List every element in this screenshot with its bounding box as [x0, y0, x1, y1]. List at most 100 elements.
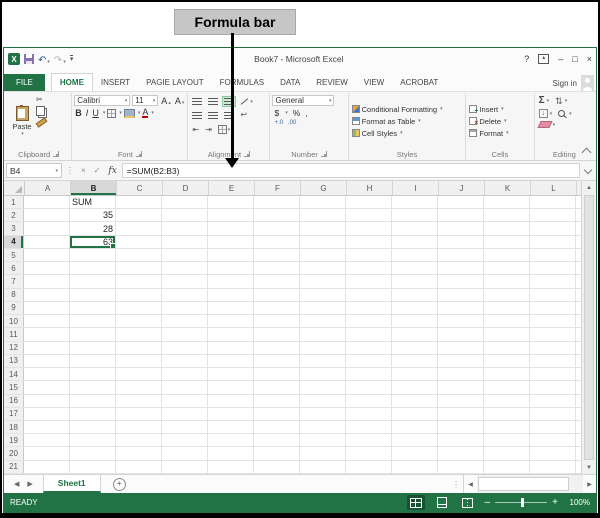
cell-J14[interactable] [438, 368, 484, 380]
font-dialog-launcher-icon[interactable] [136, 151, 142, 157]
cell-I1[interactable] [392, 196, 438, 208]
insert-function-button[interactable]: fx [105, 166, 119, 176]
cell-I13[interactable] [392, 355, 438, 367]
row-header-20[interactable]: 20 [4, 447, 24, 459]
cell-C10[interactable] [116, 315, 162, 327]
column-header-C[interactable]: C [117, 181, 163, 195]
alignment-dialog-launcher-icon[interactable] [244, 151, 250, 157]
cell-C12[interactable] [116, 342, 162, 354]
cell-I3[interactable] [392, 222, 438, 234]
zoom-in-button[interactable]: + [552, 498, 558, 508]
redo-button[interactable]: ↷▾ [54, 50, 66, 68]
ribbon-display-options-icon[interactable]: ▴ [538, 54, 549, 64]
borders-icon[interactable] [107, 109, 116, 118]
cell-G1[interactable] [300, 196, 346, 208]
minimize-icon[interactable]: – [558, 54, 563, 64]
row-header-9[interactable]: 9 [4, 302, 24, 314]
cell-J5[interactable] [438, 249, 484, 261]
cell-D5[interactable] [162, 249, 208, 261]
insert-button[interactable]: Insert▾ [468, 104, 509, 115]
zoom-out-button[interactable]: – [485, 498, 491, 508]
cell-D7[interactable] [162, 275, 208, 287]
column-header-J[interactable]: J [439, 181, 485, 195]
clipboard-dialog-launcher-icon[interactable] [53, 151, 59, 157]
cell-L1[interactable] [530, 196, 576, 208]
cell-I9[interactable] [392, 302, 438, 314]
cell-J18[interactable] [438, 421, 484, 433]
prev-sheet-icon[interactable]: ◀ [14, 480, 19, 488]
page-break-view-button[interactable] [459, 495, 477, 510]
column-header-A[interactable]: A [25, 181, 71, 195]
cell-I4[interactable] [392, 236, 438, 248]
cell-E5[interactable] [208, 249, 254, 261]
cell-F6[interactable] [254, 262, 300, 274]
orientation-button[interactable]: ▾ [238, 96, 255, 107]
cell-B9[interactable] [70, 302, 116, 314]
cell-I2[interactable] [392, 209, 438, 221]
cell-K8[interactable] [484, 289, 530, 301]
cell-K1[interactable] [484, 196, 530, 208]
cell-F15[interactable] [254, 381, 300, 393]
zoom-slider[interactable] [495, 502, 547, 503]
row-header-14[interactable]: 14 [4, 368, 24, 380]
cell-A7[interactable] [24, 275, 70, 287]
tab-view[interactable]: VIEW [356, 74, 392, 91]
row-header-5[interactable]: 5 [4, 249, 24, 261]
cell-G7[interactable] [300, 275, 346, 287]
cell-G10[interactable] [300, 315, 346, 327]
cell-L15[interactable] [530, 381, 576, 393]
excel-logo-icon[interactable]: X [8, 53, 20, 65]
cell-H10[interactable] [346, 315, 392, 327]
cell-C1[interactable] [116, 196, 162, 208]
cell-K12[interactable] [484, 342, 530, 354]
cell-F2[interactable] [254, 209, 300, 221]
underline-button[interactable]: U [91, 108, 100, 118]
cell-D16[interactable] [162, 395, 208, 407]
cell-A20[interactable] [24, 447, 70, 459]
cell-B1[interactable]: SUM [70, 196, 116, 208]
cell-B8[interactable] [70, 289, 116, 301]
row-header-2[interactable]: 2 [4, 209, 24, 221]
cell-K2[interactable] [484, 209, 530, 221]
cell-D4[interactable] [162, 236, 208, 248]
cell-E11[interactable] [208, 328, 254, 340]
row-header-19[interactable]: 19 [4, 434, 24, 446]
select-all-button[interactable] [4, 181, 25, 195]
cell-C19[interactable] [116, 434, 162, 446]
cell-J3[interactable] [438, 222, 484, 234]
cell-A18[interactable] [24, 421, 70, 433]
horizontal-scrollbar[interactable]: ◀ ▶ [463, 475, 596, 493]
cell-A8[interactable] [24, 289, 70, 301]
row-header-3[interactable]: 3 [4, 222, 24, 234]
cell-C11[interactable] [116, 328, 162, 340]
cell-G13[interactable] [300, 355, 346, 367]
cell-B20[interactable] [70, 447, 116, 459]
cell-F4[interactable] [254, 236, 300, 248]
increase-indent-button[interactable]: ⇥ [203, 124, 214, 136]
cell-J7[interactable] [438, 275, 484, 287]
cell-B16[interactable] [70, 395, 116, 407]
cell-K5[interactable] [484, 249, 530, 261]
clear-button[interactable]: ▾ [537, 120, 558, 129]
help-icon[interactable]: ? [524, 54, 529, 64]
row-header-21[interactable]: 21 [4, 461, 24, 473]
cell-C8[interactable] [116, 289, 162, 301]
cell-J21[interactable] [438, 461, 484, 473]
font-size-select[interactable]: 11▾ [132, 95, 158, 106]
cell-K11[interactable] [484, 328, 530, 340]
cell-F7[interactable] [254, 275, 300, 287]
cell-H2[interactable] [346, 209, 392, 221]
wrap-text-button[interactable]: ↩ [238, 109, 249, 121]
cell-D8[interactable] [162, 289, 208, 301]
cell-B6[interactable] [70, 262, 116, 274]
cell-F14[interactable] [254, 368, 300, 380]
align-left-button[interactable] [190, 110, 204, 121]
cell-J1[interactable] [438, 196, 484, 208]
cell-B3[interactable]: 28 [70, 222, 116, 234]
cell-B7[interactable] [70, 275, 116, 287]
cell-G6[interactable] [300, 262, 346, 274]
cell-H21[interactable] [346, 461, 392, 473]
decrease-indent-button[interactable]: ⇤ [190, 124, 201, 136]
cell-C21[interactable] [116, 461, 162, 473]
cell-B11[interactable] [70, 328, 116, 340]
